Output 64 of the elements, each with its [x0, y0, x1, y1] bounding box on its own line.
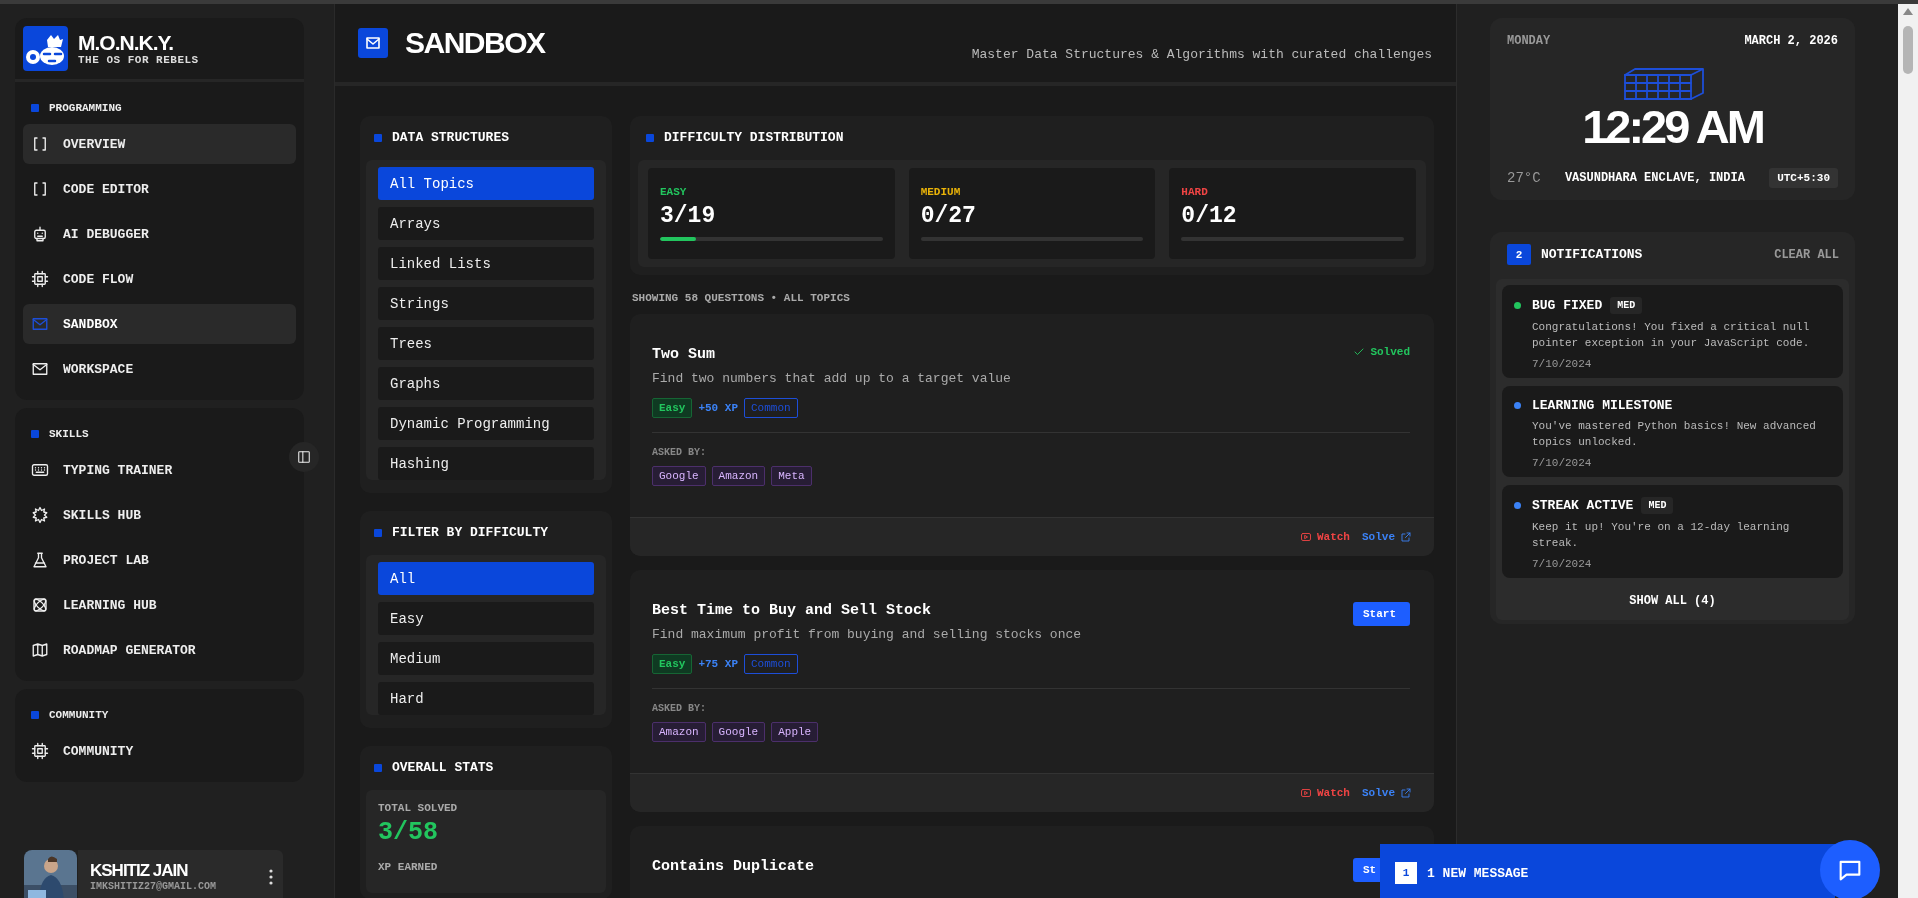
timezone-badge: UTC+5:30 [1769, 168, 1838, 188]
date: MARCH 2, 2026 [1744, 34, 1838, 48]
difficulty-count: 0/27 [920, 203, 977, 229]
message-label: 1 NEW MESSAGE [1427, 865, 1529, 881]
section-title: SKILLS [49, 428, 89, 440]
question-description: Find maximum profit from buying and selling stocks once [652, 627, 1082, 642]
notification-title: STREAK ACTIVE [1532, 497, 1634, 513]
company-tag: Google [652, 466, 706, 486]
user-name: KSHITIZ JAIN [90, 861, 189, 881]
difficulty-tag: Easy [652, 654, 693, 674]
notification-text: You've mastered Python basics! New advanced topics unlocked. [1532, 418, 1817, 450]
difficulty-label: HARD [1181, 186, 1209, 198]
xp-reward: +50 XP [698, 402, 738, 414]
message-count-badge: 1 [1395, 862, 1417, 884]
company-tag: Amazon [711, 466, 766, 486]
frequency-tag: Common [744, 654, 798, 674]
results-summary: SHOWING 58 QUESTIONS • ALL TOPICS [632, 292, 851, 304]
company-tag: Meta [771, 466, 812, 486]
question-description: Find two numbers that add up to a target value [652, 371, 1011, 386]
priority-tag: MED [1641, 496, 1674, 514]
difficulty-label: EASY [660, 186, 688, 198]
brand-tagline: THE OS FOR REBELS [78, 54, 199, 67]
solved-status: Solved [1370, 346, 1410, 358]
notification-date: 7/10/2024 [1532, 357, 1593, 370]
frequency-tag: Common [744, 398, 798, 418]
difficulty-count: 3/19 [660, 203, 717, 229]
notification-count-badge: 2 [1507, 244, 1531, 265]
difficulty-label: MEDIUM [920, 186, 962, 198]
brand-name: M.O.N.K.Y. [78, 30, 174, 55]
notification-date: 7/10/2024 [1532, 456, 1593, 469]
question-title: Two Sum [652, 346, 716, 363]
card-title: FILTER BY DIFFICULTY [392, 525, 549, 540]
stat-label: XP EARNED [378, 861, 439, 873]
section-title: PROGRAMMING [49, 102, 122, 114]
priority-tag: MED [1610, 297, 1643, 314]
notifications-title: NOTIFICATIONS [1541, 247, 1643, 262]
notification-date: 7/10/2024 [1532, 557, 1593, 570]
asked-by-label: ASKED BY: [652, 447, 707, 458]
temperature: 27°C [1507, 170, 1541, 186]
page-subtitle: Master Data Structures & Algorithms with curated challenges [971, 46, 1432, 62]
xp-reward: +75 XP [698, 658, 738, 670]
user-email: IMKSHITIZ27@GMAIL.COM [90, 881, 217, 892]
company-tag: Apple [771, 722, 819, 742]
card-title: DATA STRUCTURES [392, 130, 510, 145]
asked-by-label: ASKED BY: [652, 703, 707, 714]
difficulty-count: 0/12 [1181, 203, 1238, 229]
question-title: Best Time to Buy and Sell Stock [652, 602, 933, 619]
notification-text: Keep it up! You're on a 12-day learning streak. [1532, 519, 1791, 551]
weekday: MONDAY [1507, 34, 1551, 48]
notification-title: LEARNING MILESTONE [1532, 397, 1673, 413]
difficulty-tag: Easy [652, 398, 693, 418]
stat-value: 3/58 [378, 818, 439, 847]
page-title: SANDBOX [405, 26, 545, 60]
company-tag: Amazon [652, 722, 706, 742]
card-title: DIFFICULTY DISTRIBUTION [664, 130, 844, 145]
card-title: OVERALL STATS [392, 760, 494, 775]
notification-text: Congratulations! You fixed a critical null pointer exception in your JavaScript code. [1532, 320, 1811, 351]
question-title: Contains Duplicate [652, 858, 815, 875]
clock-time: 12:29 AM [1582, 102, 1763, 150]
company-tag: Google [711, 722, 766, 742]
location: VASUNDHARA ENCLAVE, INDIA [1564, 171, 1745, 185]
stat-label: TOTAL SOLVED [378, 802, 459, 814]
notification-title: BUG FIXED [1532, 298, 1603, 313]
section-title: COMMUNITY [49, 709, 109, 721]
